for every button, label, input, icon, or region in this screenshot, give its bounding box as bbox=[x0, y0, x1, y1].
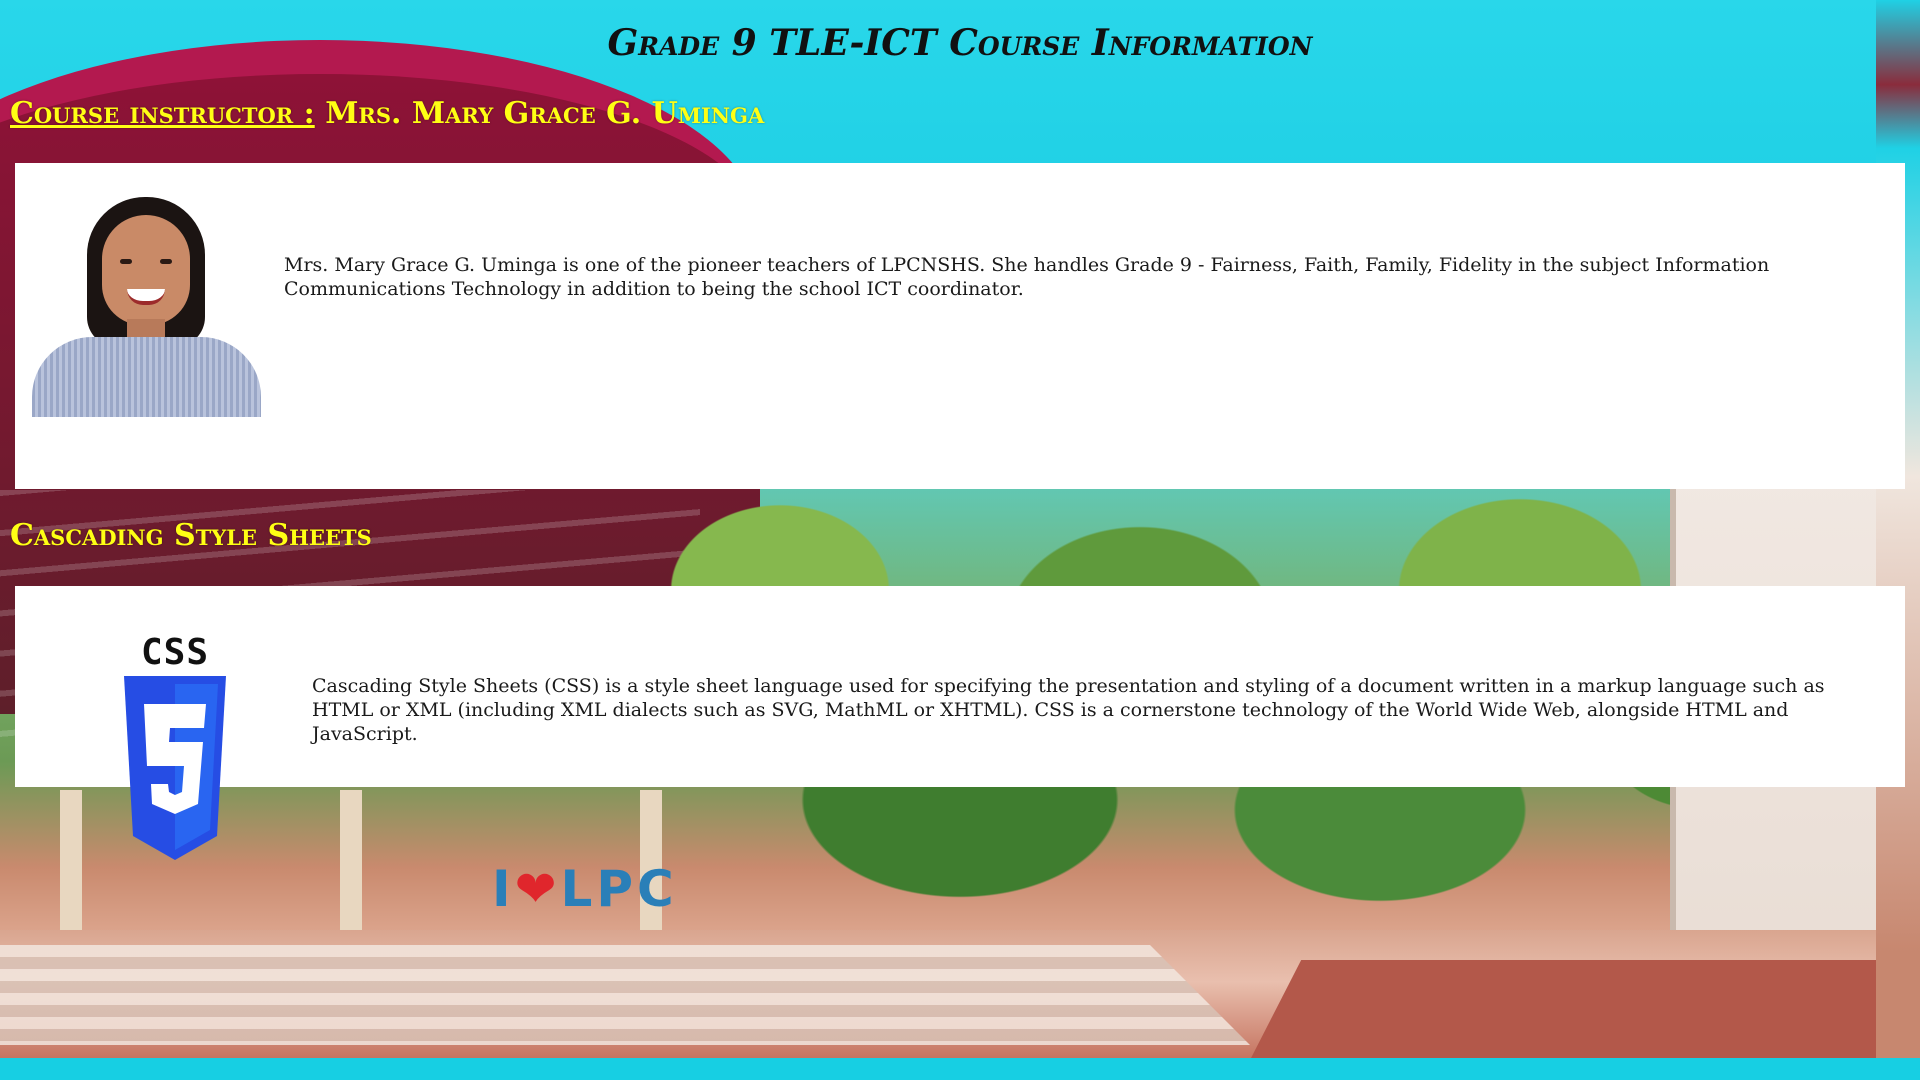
portrait-eye bbox=[120, 259, 132, 264]
instructor-heading-label: Course instructor : bbox=[10, 96, 315, 131]
portrait-shirt bbox=[32, 337, 261, 417]
background-bottom-edge bbox=[0, 1058, 1920, 1080]
background-lpc-sign: I❤LPC bbox=[492, 860, 678, 918]
css-heading: Cascading Style Sheets bbox=[10, 518, 372, 553]
instructor-heading: Course instructor : Mrs. Mary Grace G. U… bbox=[10, 96, 764, 131]
heart-icon: ❤ bbox=[514, 860, 561, 918]
page-title: Grade 9 TLE-ICT Course Information bbox=[607, 22, 1313, 64]
css3-number-3 bbox=[144, 704, 206, 814]
background-pillar bbox=[340, 790, 362, 950]
css-card: Cascading Style Sheets (CSS) is a style … bbox=[15, 586, 1905, 787]
background-pillar bbox=[60, 790, 82, 950]
css3-shield-icon: 3 bbox=[124, 676, 226, 860]
instructor-bio: Mrs. Mary Grace G. Uminga is one of the … bbox=[284, 254, 1770, 300]
background-right-edge bbox=[1876, 0, 1920, 1058]
instructor-heading-name: Mrs. Mary Grace G. Uminga bbox=[325, 96, 765, 131]
portrait-eye bbox=[160, 259, 172, 264]
background-track bbox=[1250, 960, 1876, 1058]
background-steps bbox=[0, 945, 1250, 1045]
css3-logo: CSS 3 bbox=[124, 632, 226, 862]
portrait-face bbox=[102, 215, 190, 325]
css3-logo-text: CSS bbox=[140, 632, 210, 673]
css-description: Cascading Style Sheets (CSS) is a style … bbox=[312, 675, 1825, 745]
portrait-photo bbox=[32, 197, 261, 417]
instructor-card: Mrs. Mary Grace G. Uminga is one of the … bbox=[15, 163, 1905, 489]
